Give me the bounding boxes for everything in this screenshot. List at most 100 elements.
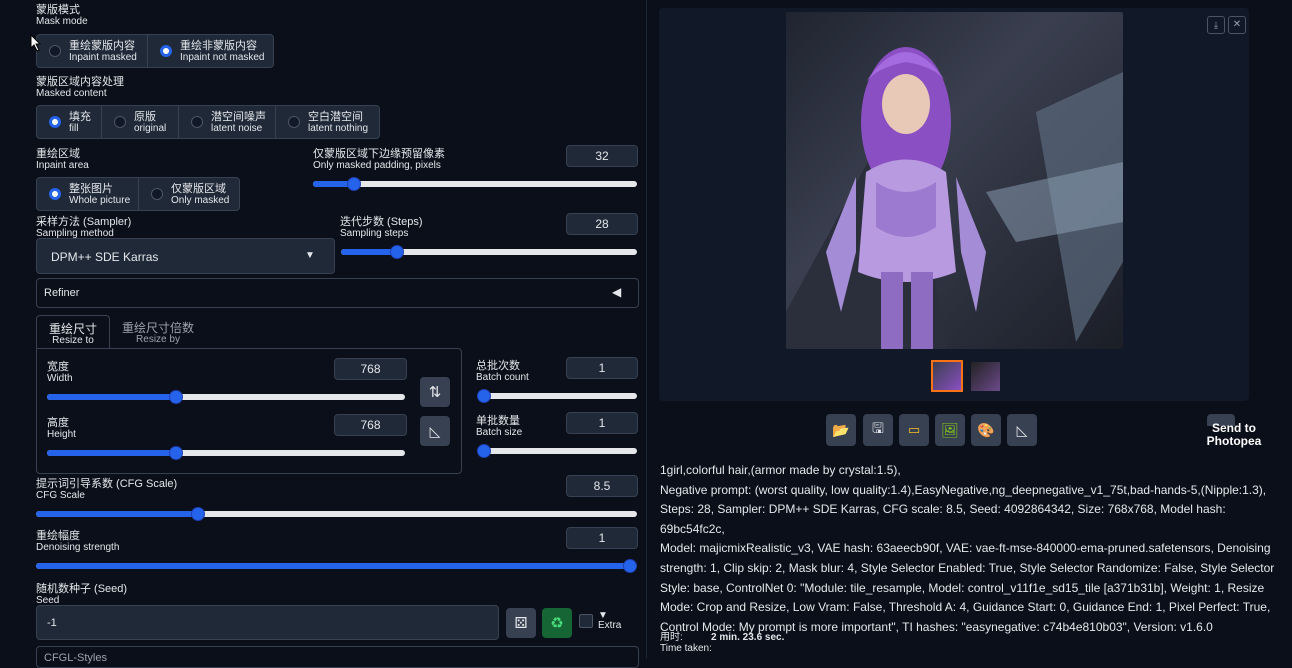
option-label: 空白潜空间 — [308, 110, 363, 123]
extra-toggle[interactable]: ▼ Extra — [598, 611, 621, 631]
denoise-slider[interactable] — [36, 559, 637, 573]
slider-thumb[interactable] — [168, 390, 183, 404]
radio-icon — [151, 188, 163, 200]
send-to-extras-button[interactable]: ◺ — [1007, 414, 1037, 446]
radio-icon — [191, 116, 203, 128]
swap-dimensions-button[interactable]: ⇅ — [420, 377, 450, 407]
padding-label-en: Only masked padding, pixels — [313, 160, 441, 171]
generated-image[interactable] — [786, 12, 1123, 349]
sampler-dropdown[interactable]: DPM++ SDE Karras ▼ — [36, 238, 335, 274]
tab-resize-by[interactable]: 重绘尺寸倍数 Resize by — [112, 315, 204, 349]
option-label: 重绘非蒙版内容 — [180, 39, 257, 52]
info-line: Mode: Crop and Resize, Low Vram: False, … — [660, 600, 1271, 615]
steps-slider[interactable] — [341, 245, 637, 259]
gallery-thumbnail-1[interactable] — [931, 360, 963, 392]
slider-thumb[interactable] — [191, 507, 206, 521]
slider-thumb[interactable] — [477, 444, 491, 458]
save-button[interactable]: 🖫 — [863, 414, 893, 446]
masked-content-radio-group: 填充 fill 原版 original 潜空间噪声 latent noise 空白潜空… — [36, 105, 380, 139]
batch-count-label-en: Batch count — [476, 372, 529, 383]
send-to-inpaint-button[interactable]: 🎨 — [971, 414, 1001, 446]
slider-thumb[interactable] — [477, 389, 491, 403]
slider-fill — [36, 511, 199, 517]
padding-input[interactable]: 32 — [566, 145, 638, 167]
zip-button[interactable]: ▭ — [899, 414, 929, 446]
batch-count-label-zh: 总批次数 — [476, 360, 520, 372]
extra-label: Extra — [598, 620, 622, 631]
gallery: ⤓ ✕ — [659, 8, 1249, 401]
width-slider[interactable] — [47, 390, 405, 404]
option-label: 整张图片 — [69, 182, 113, 195]
download-icon[interactable]: ⤓ — [1207, 16, 1225, 34]
random-seed-button[interactable]: ⚄ — [506, 608, 536, 638]
mask-mode-radio-group: 重绘蒙版内容 Inpaint masked 重绘非蒙版内容 Inpaint not … — [36, 34, 274, 68]
masked-content-option-latent-noise[interactable]: 潜空间噪声 latent noise — [179, 106, 276, 138]
tab-label: 重绘尺寸 — [48, 322, 97, 336]
option-label-en: Inpaint not masked — [180, 51, 265, 63]
cfg-slider[interactable] — [36, 507, 637, 521]
cfgl-styles-accordion[interactable]: CFGL-Styles — [36, 646, 639, 668]
height-slider[interactable] — [47, 446, 405, 460]
radio-icon — [288, 116, 300, 128]
option-label: 仅蒙版区域 — [171, 182, 226, 195]
steps-input[interactable]: 28 — [566, 213, 638, 235]
slider-fill — [47, 394, 176, 400]
option-label: 潜空间噪声 — [211, 110, 266, 123]
inpaint-area-label-zh: 重绘区域 — [36, 148, 80, 160]
masked-content-option-fill[interactable]: 填充 fill — [37, 106, 102, 138]
image-icon: 🖼 — [941, 421, 959, 438]
refiner-accordion[interactable]: Refiner ◀ — [36, 278, 639, 308]
refiner-label: Refiner — [44, 287, 80, 299]
width-input[interactable]: 768 — [334, 358, 407, 380]
slider-fill — [47, 450, 176, 456]
padding-slider[interactable] — [313, 177, 637, 191]
generated-image-illustration — [786, 47, 1123, 349]
slider-thumb[interactable] — [168, 446, 183, 460]
send-to-img2img-button[interactable]: 🖼 — [935, 414, 965, 446]
open-folder-button[interactable]: 📂 — [826, 414, 856, 446]
info-line: 1girl,colorful hair,(armor made by cryst… — [660, 463, 901, 477]
mask-mode-option-inpaint-masked[interactable]: 重绘蒙版内容 Inpaint masked — [37, 35, 148, 67]
cfg-input[interactable]: 8.5 — [566, 475, 638, 497]
inpaint-area-radio-group: 整张图片 Whole picture 仅蒙版区域 Only masked — [36, 177, 240, 211]
tab-resize-to[interactable]: 重绘尺寸 Resize to — [36, 315, 110, 350]
close-icon[interactable]: ✕ — [1228, 16, 1246, 34]
extra-checkbox[interactable] — [579, 614, 593, 628]
cfg-label-en: CFG Scale — [36, 490, 85, 501]
masked-content-option-latent-nothing[interactable]: 空白潜空间 latent nothing — [276, 106, 379, 138]
inpaint-area-option-whole-picture[interactable]: 整张图片 Whole picture — [37, 178, 139, 210]
info-line: Model: majicmixRealistic_v3, VAE hash: 6… — [660, 541, 1271, 556]
height-input[interactable]: 768 — [334, 414, 407, 436]
ruler-button[interactable]: ◺ — [420, 416, 450, 446]
gallery-thumbnail-2[interactable] — [971, 362, 1000, 391]
mask-mode-label: 蒙版模式 Mask mode — [36, 4, 88, 27]
tab-label: 重绘尺寸倍数 — [121, 321, 194, 335]
padding-label-zh: 仅蒙版区域下边缘预留像素 — [313, 148, 445, 160]
option-label-en: latent nothing — [308, 122, 369, 134]
time-taken-value: 2 min. 23.6 sec. — [711, 632, 785, 643]
batch-count-input[interactable]: 1 — [566, 357, 638, 379]
mask-mode-option-inpaint-not-masked[interactable]: 重绘非蒙版内容 Inpaint not masked — [148, 35, 273, 67]
radio-icon — [49, 45, 61, 57]
zip-icon: ▭ — [907, 422, 921, 437]
batch-size-input[interactable]: 1 — [566, 412, 638, 434]
slider-thumb[interactable] — [623, 559, 637, 573]
masked-content-option-original[interactable]: 原版 original — [102, 106, 179, 138]
triangle-ruler-icon: ◺ — [1016, 421, 1028, 438]
time-label-zh: 用时: — [660, 632, 683, 643]
inpaint-area-option-only-masked[interactable]: 仅蒙版区域 Only masked — [139, 178, 239, 210]
reuse-seed-button[interactable]: ♻ — [542, 608, 572, 638]
slider-thumb[interactable] — [346, 177, 361, 191]
denoise-input[interactable]: 1 — [566, 527, 638, 549]
width-label-zh: 宽度 — [47, 361, 69, 373]
sampler-label-zh: 采样方法 (Sampler) — [36, 216, 132, 228]
batch-size-slider[interactable] — [477, 444, 637, 458]
batch-count-label: 总批次数 Batch count — [476, 360, 529, 383]
send-to-photopea-button[interactable]: Send to Photopea — [1199, 422, 1269, 448]
seed-label: 随机数种子 (Seed) Seed — [36, 583, 127, 606]
batch-count-slider[interactable] — [477, 389, 637, 403]
option-label-en: original — [134, 122, 167, 134]
slider-thumb[interactable] — [390, 245, 405, 259]
seed-input[interactable]: -1 — [36, 605, 499, 640]
settings-panel: 蒙版模式 Mask mode 重绘蒙版内容 Inpaint masked 重绘非蒙… — [0, 0, 646, 668]
